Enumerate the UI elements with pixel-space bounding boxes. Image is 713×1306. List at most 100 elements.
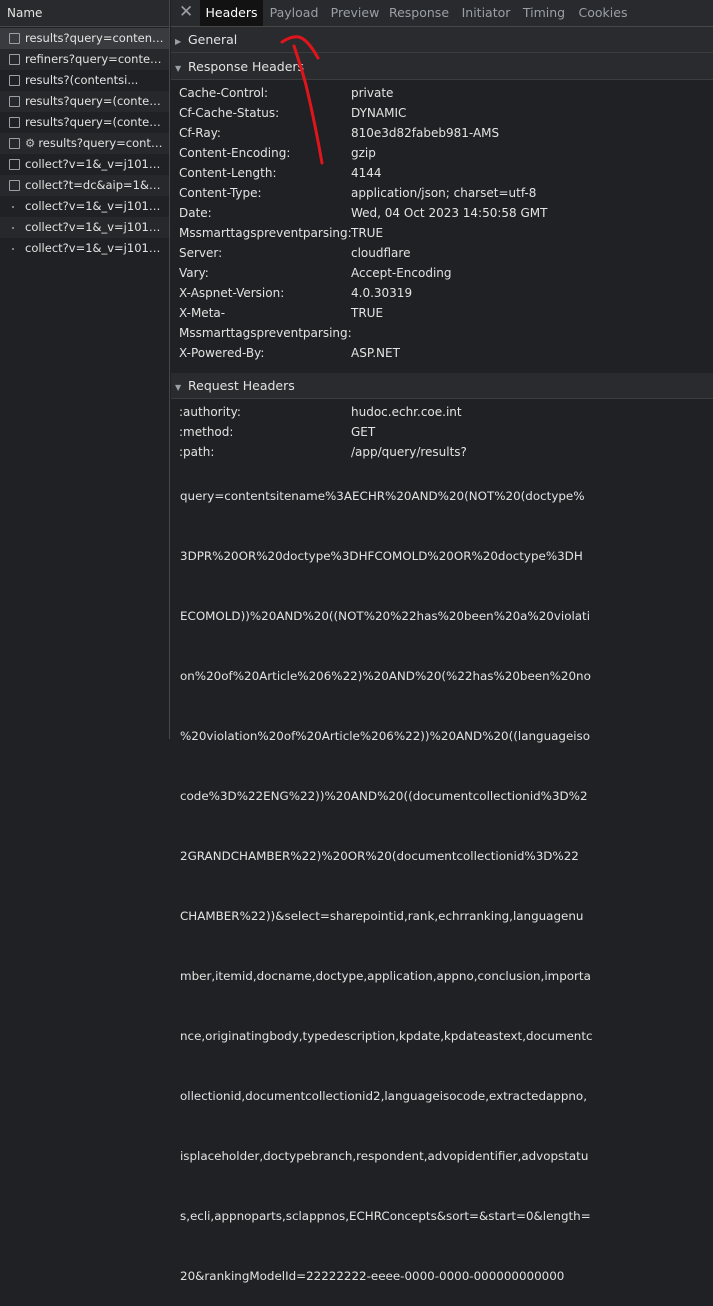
path-line: 3DPR%20OR%20doctype%3DHFCOMOLD%20OR%20do…	[180, 549, 583, 563]
checkbox-icon[interactable]	[9, 33, 20, 44]
header-value: Accept-Encoding	[351, 266, 452, 280]
header-value: 810e3d82fabeb981-AMS	[351, 126, 500, 140]
response-headers-list: Cache-Control: private Cf-Cache-Status: …	[171, 80, 713, 372]
section-title: Request Headers	[188, 378, 295, 393]
header-row: Cf-Cache-Status: DYNAMIC	[179, 103, 709, 123]
header-key: Content-Type:	[179, 186, 262, 200]
request-headers-section-header[interactable]: ▼ Request Headers	[171, 373, 713, 399]
request-row[interactable]: collect?v=1&_v=j101&a...	[0, 217, 169, 238]
checkbox-icon[interactable]	[9, 54, 20, 65]
collapse-arrow-icon: ▼	[175, 64, 182, 73]
checkbox-icon[interactable]	[9, 75, 20, 86]
header-key: :authority:	[179, 405, 241, 419]
path-line: on%20of%20Article%206%22)%20AND%20(%22ha…	[180, 669, 591, 683]
request-row[interactable]: results?query=(contentsi...	[0, 91, 169, 112]
path-line: 2GRANDCHAMBER%22)%20OR%20(documentcollec…	[180, 849, 579, 863]
header-value: DYNAMIC	[351, 106, 407, 120]
header-value: 4144	[351, 166, 382, 180]
header-row: Date: Wed, 04 Oct 2023 14:50:58 GMT	[179, 203, 709, 223]
request-row[interactable]: results?query=contentsit...	[0, 28, 169, 49]
tab-payload[interactable]: Payload	[266, 0, 322, 26]
header-key: Mssmarttagspreventparsing:	[179, 226, 352, 240]
request-row[interactable]: refiners?query=contents...	[0, 49, 169, 70]
header-value: hudoc.echr.coe.int	[351, 405, 462, 419]
tab-cookies[interactable]: Cookies	[575, 0, 631, 26]
path-line: query=contentsitename%3AECHR%20AND%20(NO…	[180, 489, 585, 503]
checkbox-icon[interactable]	[9, 117, 20, 128]
path-line: code%3D%22ENG%22))%20AND%20((documentcol…	[180, 789, 588, 803]
request-name: results?query=(contentsi...	[25, 94, 165, 108]
checkbox-icon[interactable]	[9, 159, 20, 170]
section-title: Response Headers	[188, 59, 305, 74]
request-name: collect?t=dc&aip=1&_r...	[25, 178, 165, 192]
request-row[interactable]: results?(contentsi...	[0, 70, 169, 91]
tab-headers[interactable]: Headers	[200, 0, 263, 26]
detail-tab-bar: ✕ Headers Payload Preview Response Initi…	[171, 0, 713, 27]
request-row[interactable]: results?query=(contentsi...	[0, 112, 169, 133]
header-value: private	[351, 86, 394, 100]
checkbox-icon[interactable]	[9, 138, 20, 149]
header-row: Content-Encoding: gzip	[179, 143, 709, 163]
path-line: ECOMOLD))%20AND%20((NOT%20%22has%20been%…	[180, 609, 591, 623]
checkbox-icon[interactable]	[9, 180, 20, 191]
header-row: Mssmarttagspreventparsing: TRUE	[179, 223, 709, 243]
header-value: Wed, 04 Oct 2023 14:50:58 GMT	[351, 206, 548, 220]
header-key: :method:	[179, 425, 234, 439]
header-row: :method: GET	[179, 422, 709, 442]
gear-icon: ⚙	[25, 136, 36, 150]
tab-timing[interactable]: Timing	[520, 0, 568, 26]
tab-response[interactable]: Response	[388, 0, 450, 26]
request-name: collect?v=1&_v=j101&a...	[25, 199, 165, 213]
path-value-continued: query=contentsitename%3AECHR%20AND%20(NO…	[180, 446, 713, 1306]
request-row[interactable]: ⚙ results?query=conten...	[0, 133, 169, 154]
header-row: Content-Type: application/json; charset=…	[179, 183, 709, 203]
header-key: Cf-Ray:	[179, 126, 221, 140]
request-name: ⚙ results?query=conten...	[25, 133, 165, 154]
header-key: Content-Length:	[179, 166, 277, 180]
general-section-header[interactable]: ▶ General	[171, 27, 713, 53]
request-row[interactable]: collect?v=1&_v=j101&a...	[0, 154, 169, 175]
path-line: CHAMBER%22))&select=sharepointid,rank,ec…	[180, 909, 584, 923]
header-value: ASP.NET	[351, 346, 400, 360]
dot-icon	[12, 206, 14, 208]
header-row: Cache-Control: private	[179, 83, 709, 103]
path-line: ollectionid,documentcollectionid2,langua…	[180, 1089, 587, 1103]
request-name: refiners?query=contents...	[25, 52, 165, 66]
request-name: results?query=(contentsi...	[25, 115, 165, 129]
section-title: General	[188, 32, 238, 47]
header-row: Vary: Accept-Encoding	[179, 263, 709, 283]
header-key: Vary:	[179, 266, 209, 280]
header-row: Content-Length: 4144	[179, 163, 709, 183]
request-name: results?query=contentsit...	[25, 31, 165, 45]
request-row[interactable]: collect?v=1&_v=j101&a...	[0, 196, 169, 217]
response-headers-section-header[interactable]: ▼ Response Headers	[171, 54, 713, 80]
path-line: nce,originatingbody,typedescription,kpda…	[180, 1029, 593, 1043]
request-row[interactable]: collect?t=dc&aip=1&_r...	[0, 175, 169, 196]
checkbox-icon[interactable]	[9, 96, 20, 107]
header-value: application/json; charset=utf-8	[351, 186, 537, 200]
path-line: isplaceholder,doctypebranch,respondent,a…	[180, 1149, 589, 1163]
header-value: gzip	[351, 146, 376, 160]
close-icon[interactable]: ✕	[179, 2, 193, 22]
request-list-panel: Name results?query=contentsit... refiner…	[0, 0, 170, 739]
path-line: s,ecli,appnoparts,sclappnos,ECHRConcepts…	[180, 1209, 591, 1223]
path-line: %20violation%20of%20Article%206%22))%20A…	[180, 729, 591, 743]
header-row: X-Aspnet-Version: 4.0.30319	[179, 283, 709, 303]
expand-arrow-icon: ▶	[175, 37, 182, 46]
header-row: X-Powered-By: ASP.NET	[179, 343, 709, 363]
name-column-header[interactable]: Name	[0, 0, 169, 27]
header-row: :authority: hudoc.echr.coe.int	[179, 402, 709, 422]
request-name: collect?v=1&_v=j101&a...	[25, 157, 165, 171]
header-key: X-Meta- Mssmarttagspreventparsing:	[179, 306, 352, 340]
header-row: Cf-Ray: 810e3d82fabeb981-AMS	[179, 123, 709, 143]
header-value: TRUE	[351, 226, 384, 240]
header-key: Cf-Cache-Status:	[179, 106, 280, 120]
header-key: X-Powered-By:	[179, 346, 265, 360]
tab-initiator[interactable]: Initiator	[457, 0, 515, 26]
header-key: Date:	[179, 206, 212, 220]
header-value: GET	[351, 425, 376, 439]
header-key: Server:	[179, 246, 223, 260]
tab-preview[interactable]: Preview	[328, 0, 382, 26]
path-line: 20&rankingModelId=22222222-eeee-0000-000…	[180, 1269, 565, 1283]
request-row[interactable]: collect?v=1&_v=j101&a...	[0, 238, 169, 259]
